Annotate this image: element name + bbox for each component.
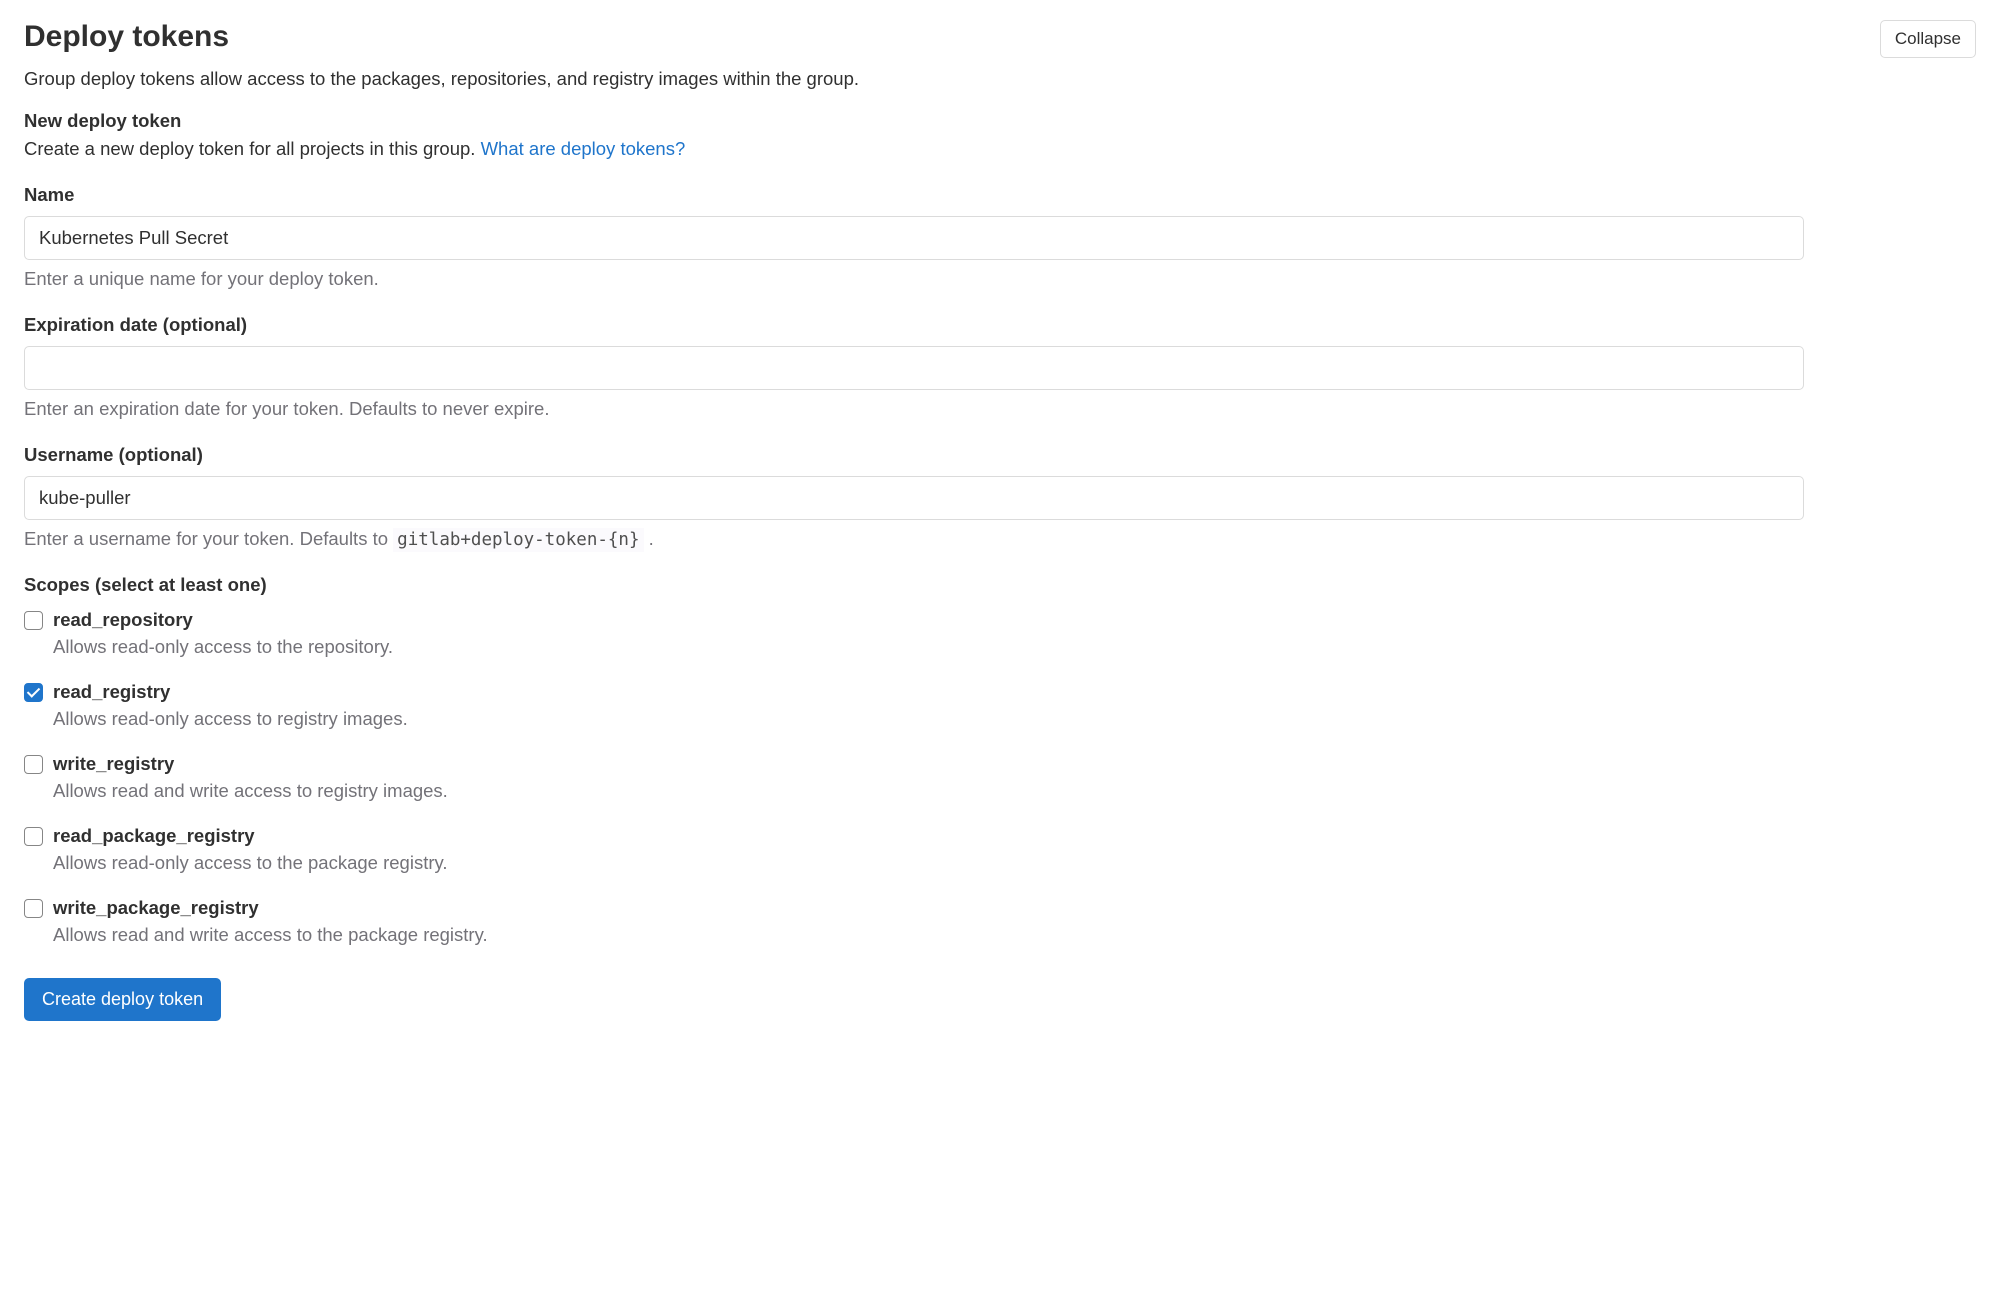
scope-checkbox-write_registry[interactable]	[24, 755, 43, 774]
scope-description: Allows read and write access to the pack…	[53, 924, 488, 946]
create-deploy-token-button[interactable]: Create deploy token	[24, 978, 221, 1021]
scope-name: read_package_registry	[53, 824, 448, 848]
scope-checkbox-read_package_registry[interactable]	[24, 827, 43, 846]
scopes-list: read_repository Allows read-only access t…	[24, 608, 1976, 946]
what-are-deploy-tokens-link[interactable]: What are deploy tokens?	[481, 138, 686, 159]
scope-name: write_registry	[53, 752, 448, 776]
scope-name: write_package_registry	[53, 896, 488, 920]
section-heading: Deploy tokens	[24, 20, 229, 54]
scope-item-write_package_registry: write_package_registry Allows read and wr…	[24, 896, 1976, 946]
username-input[interactable]	[24, 476, 1804, 520]
new-token-description: Create a new deploy token for all projec…	[24, 138, 1976, 160]
scope-checkbox-read_repository[interactable]	[24, 611, 43, 630]
username-help-code: gitlab+deploy-token-{n}	[393, 528, 643, 552]
name-help: Enter a unique name for your deploy toke…	[24, 268, 1976, 290]
username-help-prefix: Enter a username for your token. Default…	[24, 528, 393, 549]
scope-checkbox-read_registry[interactable]	[24, 683, 43, 702]
expiration-input[interactable]	[24, 346, 1804, 390]
username-help: Enter a username for your token. Default…	[24, 528, 1976, 550]
new-token-heading: New deploy token	[24, 110, 1976, 132]
section-subtitle: Group deploy tokens allow access to the …	[24, 68, 1976, 90]
scope-description: Allows read-only access to the repositor…	[53, 636, 393, 658]
username-help-suffix: .	[644, 528, 654, 549]
name-input[interactable]	[24, 216, 1804, 260]
scope-item-read_registry: read_registry Allows read-only access to …	[24, 680, 1976, 730]
scope-item-read_repository: read_repository Allows read-only access t…	[24, 608, 1976, 658]
scope-checkbox-write_package_registry[interactable]	[24, 899, 43, 918]
name-label: Name	[24, 184, 1976, 206]
scope-name: read_registry	[53, 680, 408, 704]
new-token-desc-text: Create a new deploy token for all projec…	[24, 138, 481, 159]
scopes-label: Scopes (select at least one)	[24, 574, 1976, 596]
username-label: Username (optional)	[24, 444, 1976, 466]
scope-item-write_registry: write_registry Allows read and write acce…	[24, 752, 1976, 802]
scope-description: Allows read-only access to the package r…	[53, 852, 448, 874]
collapse-button[interactable]: Collapse	[1880, 20, 1976, 58]
scope-name: read_repository	[53, 608, 393, 632]
scope-item-read_package_registry: read_package_registry Allows read-only ac…	[24, 824, 1976, 874]
scope-description: Allows read-only access to registry imag…	[53, 708, 408, 730]
expiration-label: Expiration date (optional)	[24, 314, 1976, 336]
expiration-help: Enter an expiration date for your token.…	[24, 398, 1976, 420]
scope-description: Allows read and write access to registry…	[53, 780, 448, 802]
